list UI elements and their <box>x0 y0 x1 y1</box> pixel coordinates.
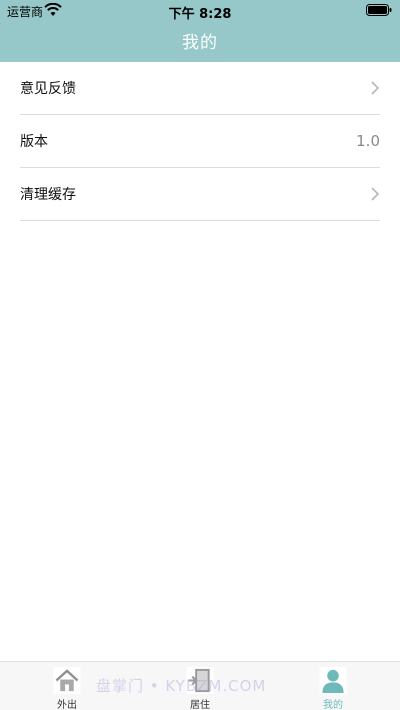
app-screen: 运营商 下午 8:28 我的 意见反馈 版本 1.0 清理缓存 外出 居住 我的… <box>0 0 400 710</box>
tab-living[interactable]: 居住 <box>160 662 240 710</box>
tab-bar: 外出 居住 我的 <box>0 661 400 710</box>
settings-row-clear-cache[interactable]: 清理缓存 <box>20 168 380 221</box>
tab-mine[interactable]: 我的 <box>293 662 373 710</box>
status-bar: 运营商 下午 8:28 <box>0 0 400 22</box>
battery-icon <box>366 4 392 16</box>
tab-label: 我的 <box>323 700 343 710</box>
settings-row-label: 版本 <box>20 134 48 150</box>
settings-row-label: 意见反馈 <box>20 81 76 97</box>
page-title: 我的 <box>182 33 218 53</box>
settings-list: 意见反馈 版本 1.0 清理缓存 <box>20 62 380 221</box>
settings-row-version: 版本 1.0 <box>20 115 380 168</box>
chevron-right-icon <box>371 187 380 201</box>
status-time: 下午 8:28 <box>168 7 232 22</box>
settings-row-label: 清理缓存 <box>20 187 76 203</box>
door-icon <box>186 667 214 694</box>
tab-outing[interactable]: 外出 <box>27 662 107 710</box>
person-icon <box>319 667 347 694</box>
settings-row-feedback[interactable]: 意见反馈 <box>20 62 380 115</box>
house-icon <box>53 667 81 694</box>
chevron-right-icon <box>371 81 380 95</box>
tab-label: 外出 <box>57 700 77 710</box>
version-value: 1.0 <box>356 132 380 150</box>
tab-label: 居住 <box>190 700 210 710</box>
header: 运营商 下午 8:28 我的 <box>0 0 400 62</box>
